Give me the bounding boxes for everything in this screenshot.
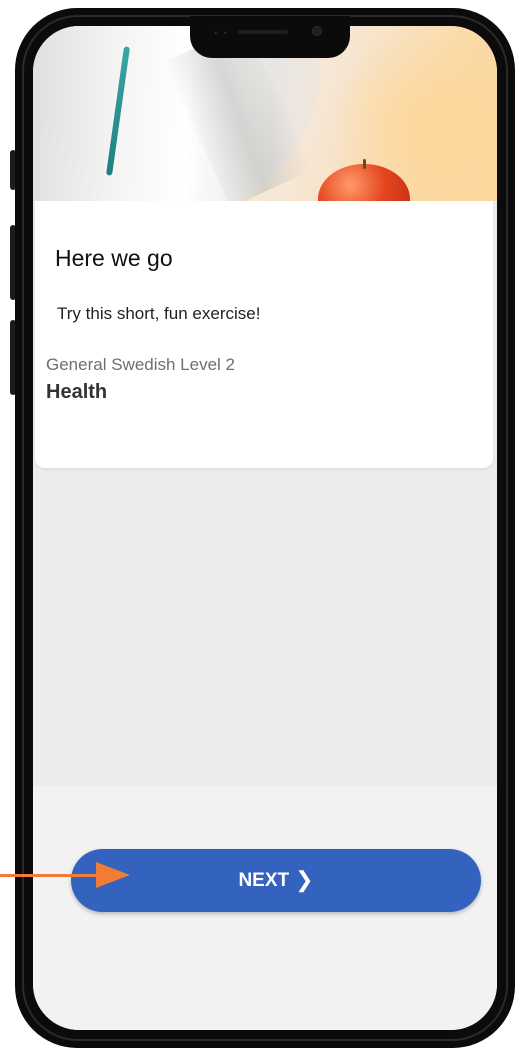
speaker	[238, 30, 288, 34]
stage: • • Here we go Try this short, fun exerc…	[0, 0, 520, 1051]
card-subtitle: Try this short, fun exercise!	[57, 304, 261, 323]
footer: NEXT ❯	[33, 786, 497, 1030]
next-button[interactable]: NEXT ❯	[71, 849, 481, 912]
next-label: NEXT	[238, 869, 290, 891]
content-area: Here we go Try this short, fun exercise!…	[33, 201, 497, 786]
notch: • •	[190, 16, 350, 58]
chevron-right-icon: ❯	[295, 866, 314, 892]
exercise-card: Here we go Try this short, fun exercise!…	[35, 201, 493, 468]
camera-icon	[312, 26, 322, 36]
course-topic: Health	[46, 381, 108, 403]
card-title: Here we go	[55, 245, 173, 271]
annotation-arrow-line	[0, 874, 100, 877]
phone-frame: • • Here we go Try this short, fun exerc…	[15, 8, 515, 1048]
course-level: General Swedish Level 2	[46, 355, 236, 374]
annotation-arrow-icon	[96, 862, 130, 888]
